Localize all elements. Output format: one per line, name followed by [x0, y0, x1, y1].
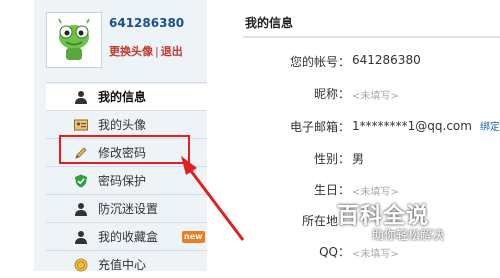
id-card-icon [74, 119, 88, 131]
email-value-wrap: 1********1@qq.com 绑定 [352, 118, 500, 133]
watermark-subtitle: 助你轻松解决 [372, 228, 445, 242]
field-label: 性别： [313, 152, 350, 166]
sidebar: 641286380 更换头像|退出 我的信息 我的头像 修改密码 密码保护 [34, 0, 207, 272]
title-divider [243, 36, 500, 38]
profile-card: 641286380 更换头像 | 退出 [34, 0, 207, 78]
field-row-account: 您的帐号： 641286380 [207, 53, 500, 73]
sidebar-item-label: 我的收藏盒 [98, 230, 159, 244]
sidebar-item-anti-addiction[interactable]: 防沉迷设置 [46, 196, 207, 222]
user-icon [75, 91, 87, 104]
gender-value: 男 [352, 152, 365, 166]
divider [46, 194, 207, 195]
sidebar-item-label: 我的信息 [98, 90, 147, 104]
qq-value: <未填写> [352, 249, 399, 260]
sidebar-item-label: 密码保护 [98, 174, 147, 188]
sidebar-item-label: 充值中心 [98, 258, 147, 272]
avatar[interactable] [46, 12, 102, 68]
field-label: 生日： [313, 183, 350, 197]
frog-avatar-icon [58, 18, 90, 60]
main-panel: 我的信息 您的帐号： 641286380 昵称： <未填写> 电子邮箱： 1**… [207, 0, 500, 271]
user-icon [75, 231, 87, 244]
profile-links: 更换头像 | 退出 [109, 43, 183, 59]
field-row-qq: QQ： <未填写> [207, 243, 500, 263]
field-label: 您的帐号： [289, 55, 350, 69]
user-icon [75, 203, 87, 216]
field-row-gender: 性别： 男 [207, 150, 500, 170]
sidebar-item-password-protection[interactable]: 密码保护 [46, 168, 207, 194]
divider [46, 110, 207, 111]
sidebar-item-recharge-center[interactable]: 充值中心 [46, 252, 207, 278]
shield-check-icon [75, 174, 87, 188]
divider [46, 82, 207, 83]
logout-link[interactable]: 退出 [161, 45, 183, 58]
divider [46, 250, 207, 251]
field-label: 昵称： [313, 87, 350, 101]
sidebar-item-label: 修改密码 [98, 146, 147, 160]
link-separator: | [155, 45, 159, 58]
field-row-nickname: 昵称： <未填写> [207, 85, 500, 105]
field-label: QQ： [319, 245, 350, 259]
page-title: 我的信息 [245, 16, 294, 30]
pencil-icon [75, 147, 87, 159]
change-avatar-link[interactable]: 更换头像 [109, 45, 153, 58]
sidebar-item-favorites[interactable]: 我的收藏盒 new [46, 224, 207, 250]
sidebar-item-my-avatar[interactable]: 我的头像 [46, 112, 207, 138]
coin-icon [74, 258, 88, 272]
sidebar-item-change-password[interactable]: 修改密码 [46, 140, 207, 166]
new-badge: new [182, 231, 205, 243]
bind-email-link[interactable]: 绑定 [480, 122, 500, 133]
email-value: 1********1@qq.com [352, 119, 472, 133]
nickname-value: <未填写> [352, 91, 399, 102]
account-value: 641286380 [352, 53, 421, 67]
field-label: 电子邮箱： [289, 120, 350, 134]
divider [46, 138, 207, 139]
sidebar-item-label: 防沉迷设置 [98, 202, 159, 216]
field-row-email: 电子邮箱： 1********1@qq.com 绑定 [207, 118, 500, 138]
divider [46, 166, 207, 167]
sidebar-item-label: 我的头像 [98, 118, 147, 132]
username: 641286380 [109, 16, 185, 30]
birthday-value: <未填写> [352, 187, 399, 198]
divider [46, 222, 207, 223]
sidebar-item-my-info[interactable]: 我的信息 [46, 84, 207, 110]
